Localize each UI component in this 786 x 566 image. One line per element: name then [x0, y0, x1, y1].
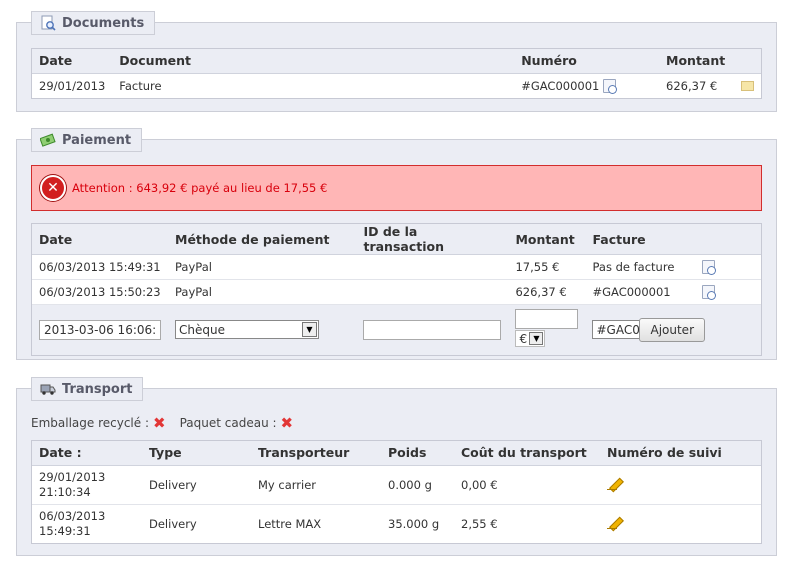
- payment-legend: Paiement: [31, 128, 143, 152]
- pay-amount: 626,37 €: [508, 279, 586, 305]
- col-pay-transaction: ID de la transaction: [356, 224, 509, 255]
- view-document-icon[interactable]: [603, 79, 618, 94]
- documents-title: Documents: [62, 15, 145, 31]
- pay-amount: 17,55 €: [508, 254, 586, 280]
- doc-type: Facture: [119, 78, 162, 93]
- pay-date: 06/03/2013 15:50:23: [32, 279, 168, 305]
- ship-weight: 35.000 g: [388, 516, 440, 531]
- payments-table: Date Méthode de paiement ID de la transa…: [31, 223, 762, 356]
- ship-type: Delivery: [149, 516, 197, 531]
- ship-carrier: My carrier: [251, 465, 381, 505]
- pay-transaction: [356, 254, 509, 280]
- transport-panel: Transport Emballage recyclé : ✖ Paquet c…: [16, 377, 777, 556]
- view-payment-icon[interactable]: [702, 285, 717, 301]
- ship-date: 29/01/2013: [39, 469, 106, 484]
- recycled-no-icon: ✖: [153, 414, 166, 432]
- doc-amount: 626,37 €: [666, 78, 718, 93]
- document-search-icon: [40, 15, 56, 31]
- recycled-label: Emballage recyclé :: [31, 416, 150, 430]
- shipping-table: Date : Type Transporteur Poids Coût du t…: [31, 440, 762, 544]
- pay-method: PayPal: [168, 254, 357, 280]
- ship-carrier: Lettre MAX: [258, 516, 322, 531]
- ship-time: 15:49:31: [39, 523, 91, 538]
- transport-options: Emballage recyclé : ✖ Paquet cadeau : ✖: [31, 414, 293, 432]
- ship-type: Delivery: [142, 465, 251, 505]
- transaction-id-input[interactable]: [363, 319, 502, 340]
- pay-invoice: Pas de facture: [585, 254, 696, 280]
- col-ship-cost: Coût du transport: [454, 441, 600, 466]
- table-row: 29/01/2013 21:10:34 Delivery My carrier …: [32, 465, 761, 505]
- col-pay-amount: Montant: [508, 224, 586, 255]
- gift-no-icon: ✖: [280, 414, 294, 432]
- currency-select[interactable]: € ▼: [515, 330, 546, 347]
- pay-transaction: [356, 279, 509, 305]
- payment-alert-text: Attention : 643,92 € payé au lieu de 17,…: [72, 181, 328, 195]
- add-payment-button[interactable]: Ajouter: [639, 317, 705, 342]
- transport-legend: Transport: [31, 377, 144, 401]
- pay-invoice: #GAC000001: [585, 279, 696, 305]
- table-row: 06/03/2013 15:49:31 Delivery Lettre MAX …: [32, 504, 761, 543]
- col-date: Date: [32, 49, 113, 74]
- documents-legend: Documents: [31, 11, 156, 35]
- col-ship-carrier: Transporteur: [251, 441, 381, 466]
- col-numero: Numéro: [514, 49, 660, 74]
- folder-icon[interactable]: [741, 81, 754, 92]
- col-pay-method: Méthode de paiement: [168, 224, 357, 255]
- chevron-down-icon: ▼: [529, 332, 544, 345]
- table-row: 06/03/2013 15:50:23 PayPal 626,37 € #GAC…: [32, 279, 761, 305]
- transport-title: Transport: [62, 381, 133, 397]
- col-ship-weight: Poids: [381, 441, 454, 466]
- col-ship-tracking: Numéro de suivi: [600, 441, 761, 466]
- col-ship-type: Type: [142, 441, 251, 466]
- col-pay-date: Date: [32, 224, 168, 255]
- col-document: Document: [112, 49, 515, 74]
- ship-cost: 2,55 €: [461, 516, 498, 531]
- ship-cost: 0,00 €: [454, 465, 600, 505]
- col-pay-invoice: Facture: [585, 224, 696, 255]
- payment-method-select[interactable]: Chèque ▼: [175, 320, 319, 340]
- edit-tracking-icon[interactable]: [607, 515, 621, 530]
- payment-panel: Paiement ✕ Attention : 643,92 € payé au …: [16, 128, 777, 360]
- doc-date: 29/01/2013: [39, 78, 106, 93]
- edit-tracking-icon[interactable]: [607, 476, 621, 490]
- table-row: 06/03/2013 15:49:31 PayPal 17,55 € Pas d…: [32, 254, 761, 280]
- add-payment-row: Chèque ▼ € ▼ #GAC000001 ▼: [32, 304, 761, 355]
- ship-date: 06/03/2013: [39, 508, 106, 523]
- pay-method: PayPal: [168, 279, 357, 305]
- ship-time: 21:10:34: [39, 484, 91, 499]
- payment-title: Paiement: [62, 132, 132, 148]
- col-ship-date: Date :: [32, 441, 142, 466]
- payment-amount-input[interactable]: [515, 309, 579, 329]
- error-icon: ✕: [40, 175, 66, 201]
- gift-label: Paquet cadeau :: [179, 416, 277, 430]
- documents-table: Date Document Numéro Montant 29/01/2013 …: [31, 48, 762, 99]
- chevron-down-icon: ▼: [302, 322, 317, 338]
- documents-panel: Documents Date Document Numéro Montant 2…: [16, 11, 777, 112]
- payment-date-input[interactable]: [39, 319, 161, 340]
- truck-icon: [40, 381, 56, 397]
- table-row: 29/01/2013 Facture #GAC000001 626,37 €: [32, 73, 761, 98]
- view-payment-icon[interactable]: [702, 260, 717, 276]
- money-icon: [40, 132, 56, 148]
- ship-weight: 0.000 g: [381, 465, 454, 505]
- doc-number-link[interactable]: #GAC000001: [521, 79, 599, 93]
- pay-date: 06/03/2013 15:49:31: [32, 254, 168, 280]
- payment-alert: ✕ Attention : 643,92 € payé au lieu de 1…: [31, 165, 762, 211]
- col-montant: Montant: [659, 49, 734, 74]
